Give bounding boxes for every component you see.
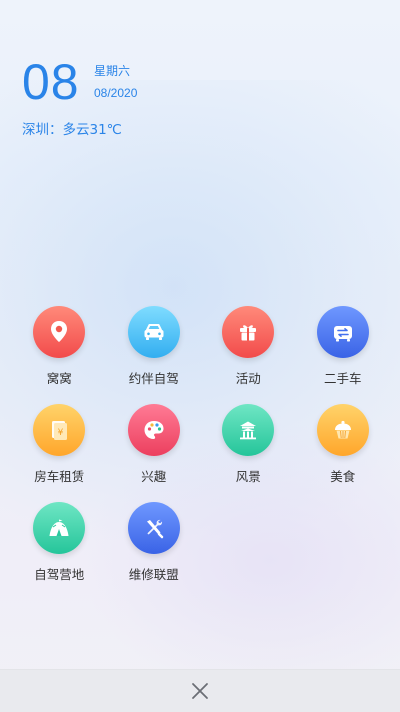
menu-item-label: 自驾营地	[34, 567, 85, 582]
car-exchange-icon	[316, 306, 369, 358]
date-day: 08	[22, 54, 80, 110]
menu-item-food[interactable]: 美食	[296, 404, 391, 502]
month-year-label: 08/2020	[94, 86, 138, 100]
menu-item-wowo[interactable]: 窝窝	[12, 306, 107, 404]
palette-icon	[127, 404, 180, 456]
menu-item-repair-alliance[interactable]: 维修联盟	[107, 502, 202, 600]
rental-document-icon: ¥	[33, 404, 86, 456]
cupcake-icon	[316, 404, 369, 456]
close-button[interactable]	[179, 670, 221, 712]
menu-item-label: 兴趣	[141, 469, 167, 484]
menu-item-carpool[interactable]: 约伴自驾	[107, 306, 202, 404]
menu-item-label: 约伴自驾	[128, 371, 179, 386]
car-icon	[127, 306, 180, 358]
menu-item-label: 房车租赁	[34, 469, 85, 484]
menu-grid: 窝窝 约伴自驾 活动 二手车 ¥ 房车租赁 兴趣 风景 美食 自驾营地 维修联盟	[12, 306, 390, 600]
menu-item-interest[interactable]: 兴趣	[107, 404, 202, 502]
close-icon	[192, 683, 208, 699]
menu-item-label: 风景	[235, 469, 261, 484]
pavilion-icon	[222, 404, 275, 456]
wrench-screwdriver-icon	[127, 502, 180, 554]
location-pin-icon	[33, 306, 86, 358]
menu-item-label: 维修联盟	[128, 567, 179, 582]
menu-item-label: 二手车	[323, 371, 362, 386]
gift-icon	[222, 306, 275, 358]
menu-item-campsite[interactable]: 自驾营地	[12, 502, 107, 600]
menu-item-used-car[interactable]: 二手车	[296, 306, 391, 404]
menu-item-label: 美食	[330, 469, 356, 484]
bottom-bar	[0, 669, 400, 712]
menu-item-label: 窝窝	[46, 371, 72, 386]
menu-item-label: 活动	[235, 371, 261, 386]
svg-text:¥: ¥	[58, 428, 64, 438]
tent-icon	[33, 502, 86, 554]
weather-label: 深圳：多云31℃	[22, 122, 122, 138]
menu-item-activity[interactable]: 活动	[201, 306, 296, 404]
menu-item-rv-rental[interactable]: ¥ 房车租赁	[12, 404, 107, 502]
weekday-label: 星期六	[94, 64, 131, 78]
menu-item-scenery[interactable]: 风景	[201, 404, 296, 502]
